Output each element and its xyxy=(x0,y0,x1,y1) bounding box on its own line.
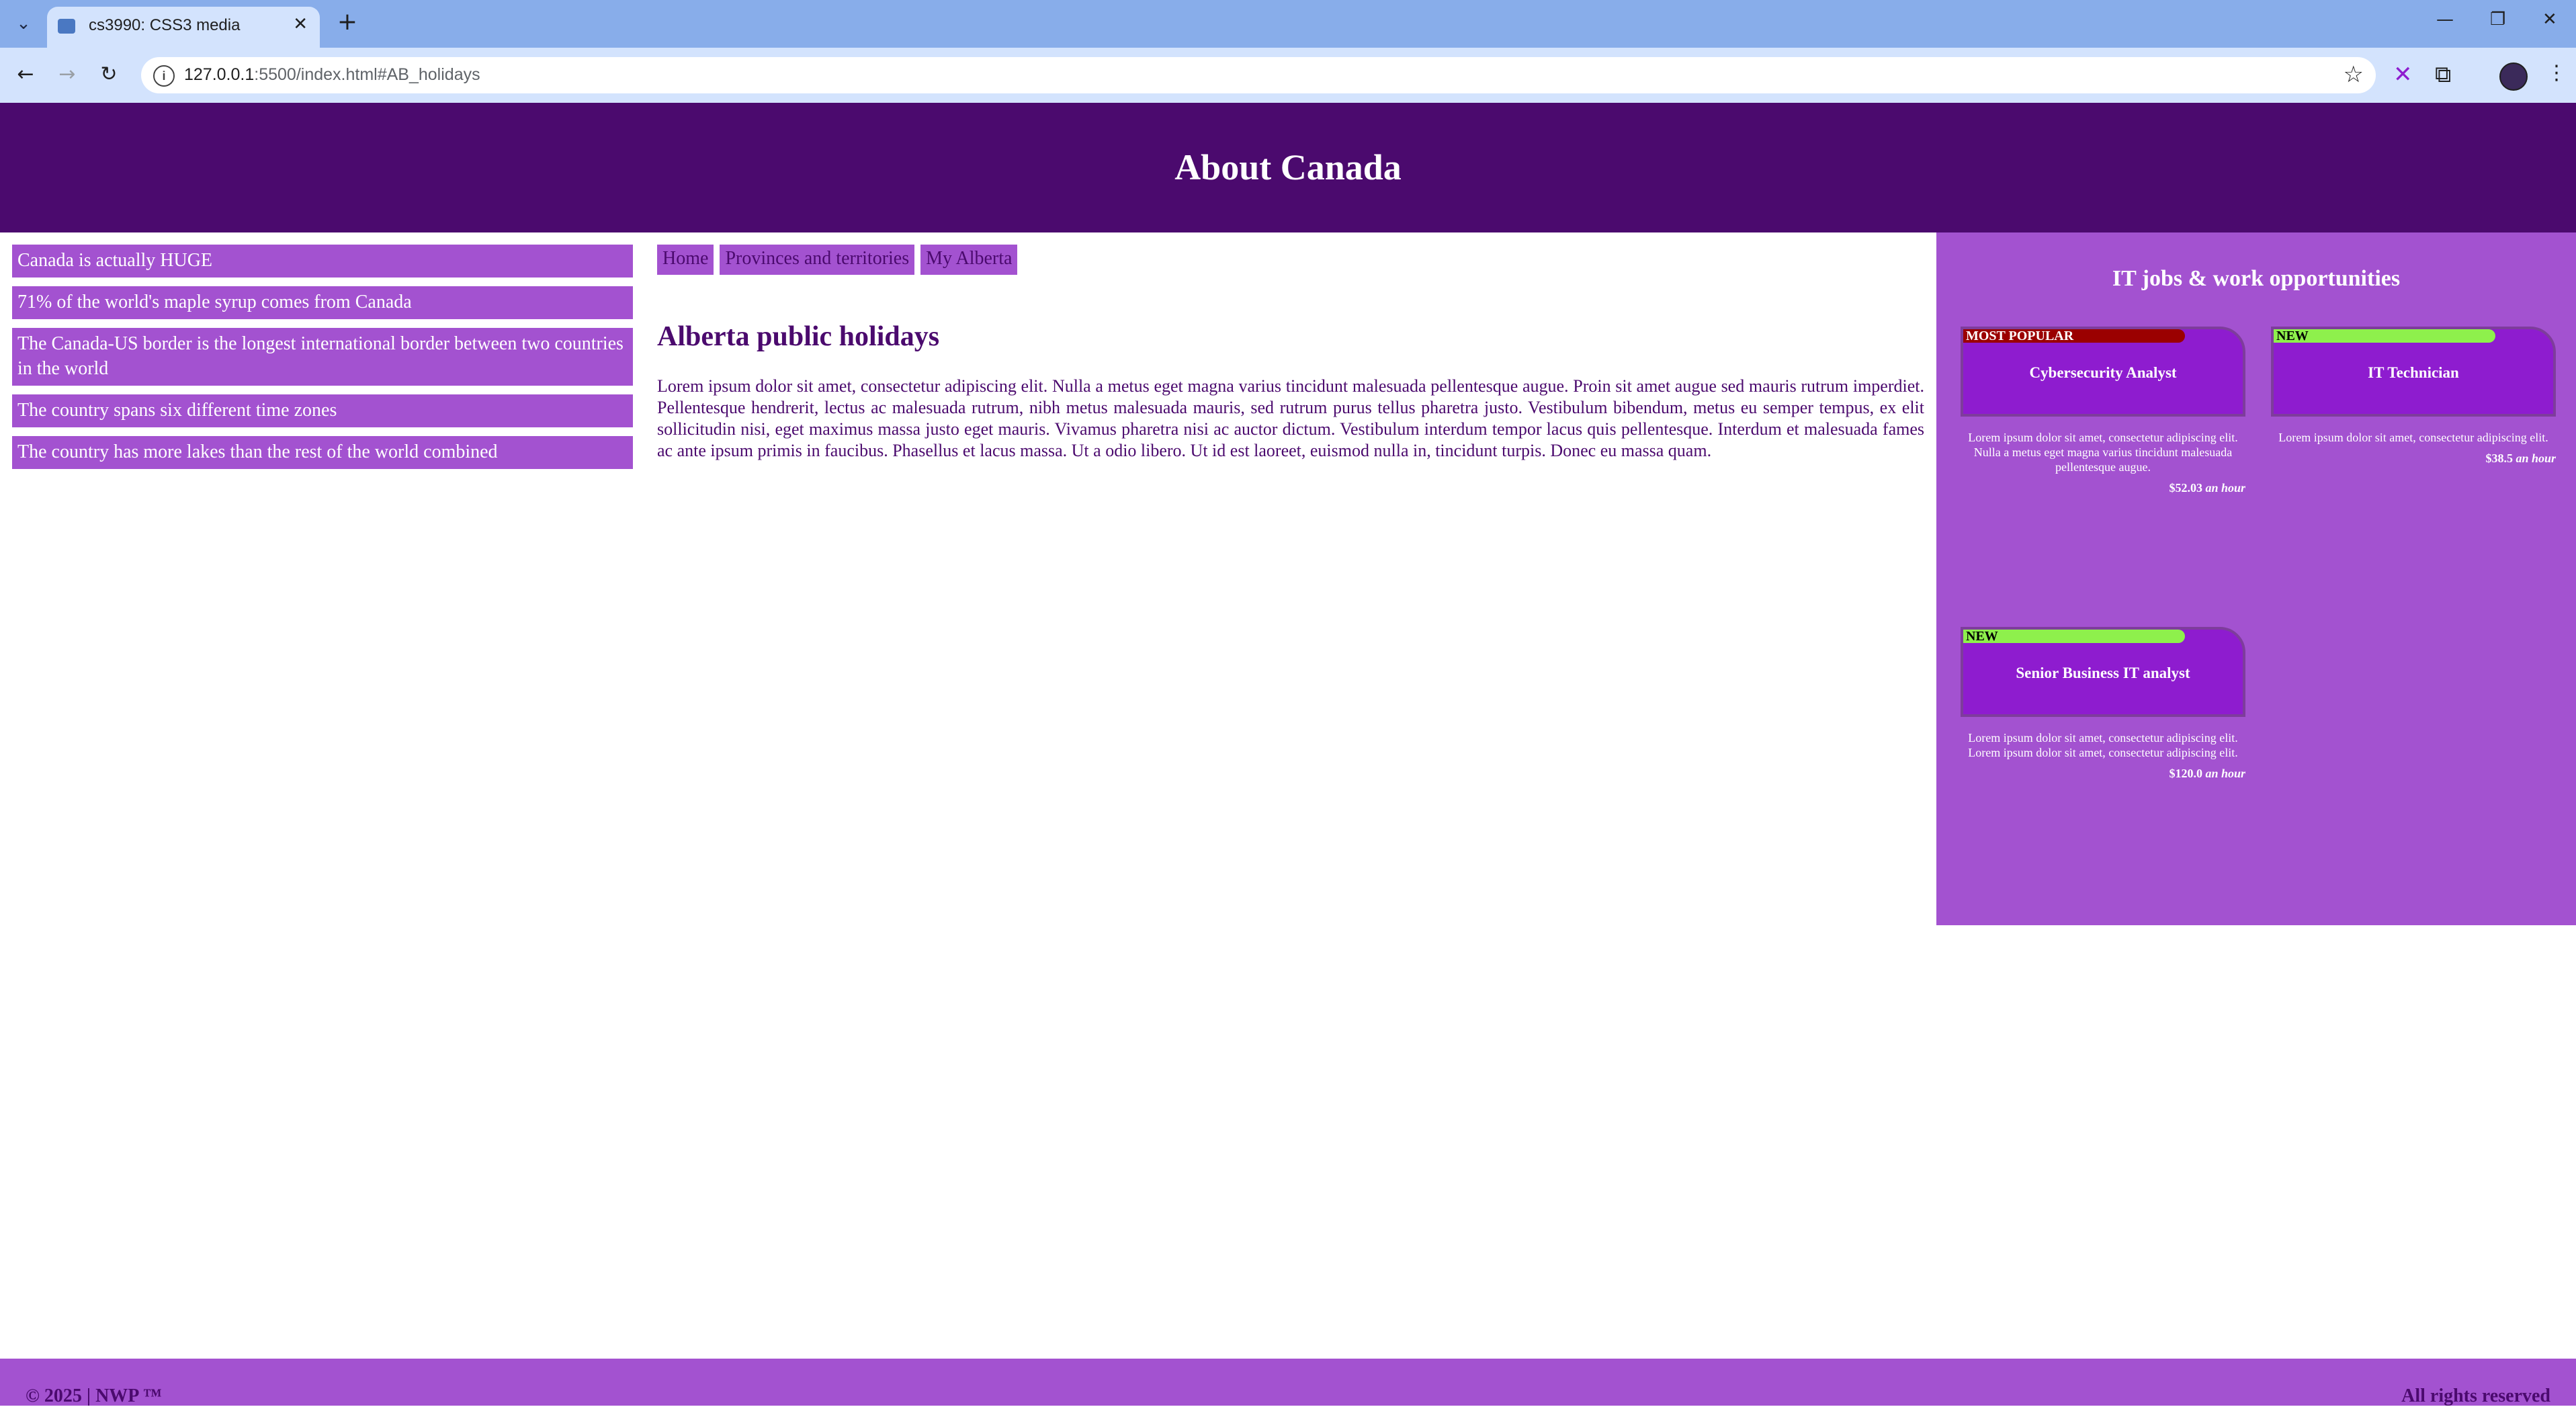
pay-amount: $52.03 xyxy=(2169,481,2202,495)
breadcrumb: Home Provinces and territories My Albert… xyxy=(657,245,1924,275)
job-description: Lorem ipsum dolor sit amet, consectetur … xyxy=(2278,431,2548,444)
breadcrumb-home[interactable]: Home xyxy=(657,245,714,275)
facts-sidebar: Canada is actually HUGE 71% of the world… xyxy=(12,245,633,478)
extension-icon[interactable]: ✕ xyxy=(2393,61,2413,88)
pay-unit: an hour xyxy=(2205,767,2245,780)
fact-item[interactable]: The country has more lakes than the rest… xyxy=(12,436,633,469)
fact-item[interactable]: 71% of the world's maple syrup comes fro… xyxy=(12,286,633,319)
jobs-sidebar: IT jobs & work opportunities MOST POPULA… xyxy=(1936,232,2576,925)
window-close-icon[interactable]: ✕ xyxy=(2542,9,2557,30)
browser-toolbar: ← → ↻ i 127.0.0.1:5500/index.html#AB_hol… xyxy=(0,48,2576,103)
tab-title: cs3990: CSS3 media xyxy=(89,16,241,34)
page-title: About Canada xyxy=(1174,147,1402,187)
job-card[interactable]: MOST POPULAR Cybersecurity Analyst xyxy=(1961,327,2245,417)
job-name: Cybersecurity Analyst xyxy=(2029,364,2177,381)
job-pay: $52.03 an hour xyxy=(1961,481,2245,495)
fact-item[interactable]: The Canada-US border is the longest inte… xyxy=(12,328,633,386)
pay-amount: $120.0 xyxy=(2169,767,2202,780)
job-description: Lorem ipsum dolor sit amet, consectetur … xyxy=(1968,731,2238,759)
jobs-title: IT jobs & work opportunities xyxy=(2112,266,2401,291)
back-arrow-icon[interactable]: ← xyxy=(11,60,40,89)
browser-tab-strip: ⌄ cs3990: CSS3 media ✕ + — ❐ ✕ xyxy=(0,0,2576,48)
section-body: Lorem ipsum dolor sit amet, consectetur … xyxy=(657,376,1924,460)
job-pay: $120.0 an hour xyxy=(1961,767,2245,781)
restore-icon[interactable]: ❐ xyxy=(2490,9,2505,30)
new-badge: NEW xyxy=(1963,630,2185,643)
reload-icon[interactable]: ↻ xyxy=(94,60,124,89)
main-content: Home Provinces and territories My Albert… xyxy=(657,245,1924,462)
job-card[interactable]: NEW IT Technician xyxy=(2271,327,2556,417)
profile-avatar[interactable] xyxy=(2499,62,2528,91)
web-page: About Canada Canada is actually HUGE 71%… xyxy=(0,103,2576,1406)
site-info-icon[interactable]: i xyxy=(153,65,175,87)
breadcrumb-my-alberta[interactable]: My Alberta xyxy=(920,245,1018,275)
url-path: :5500/index.html#AB_holidays xyxy=(254,65,480,84)
browser-menu-icon[interactable]: ⋮ xyxy=(2546,61,2567,85)
minimize-icon[interactable]: — xyxy=(2436,9,2454,30)
bookmark-star-icon[interactable]: ☆ xyxy=(2344,61,2364,88)
browser-tab[interactable]: cs3990: CSS3 media ✕ xyxy=(47,7,320,48)
job-card[interactable]: NEW Senior Business IT analyst xyxy=(1961,627,2245,717)
pay-unit: an hour xyxy=(2205,481,2245,495)
section-heading: Alberta public holidays xyxy=(657,321,940,352)
extensions-puzzle-icon[interactable]: ⧉ xyxy=(2435,61,2451,88)
tab-search-chevron-icon[interactable]: ⌄ xyxy=(9,9,38,38)
site-footer: © 2025 | NWP ™ All rights reserved xyxy=(0,1359,2576,1406)
copyright-text: © 2025 | NWP ™ xyxy=(26,1385,162,1406)
fact-item[interactable]: Canada is actually HUGE xyxy=(12,245,633,278)
url-text[interactable]: 127.0.0.1:5500/index.html#AB_holidays xyxy=(184,65,480,85)
pay-amount: $38.5 xyxy=(2485,452,2513,465)
job-listing[interactable]: NEW IT Technician Lorem ipsum dolor sit … xyxy=(2271,327,2556,466)
forward-arrow-icon[interactable]: → xyxy=(52,60,82,89)
most-popular-badge: MOST POPULAR xyxy=(1963,329,2185,343)
rights-text: All rights reserved xyxy=(2401,1385,2550,1406)
job-name: IT Technician xyxy=(2368,364,2459,381)
address-bar[interactable]: i 127.0.0.1:5500/index.html#AB_holidays … xyxy=(141,57,2376,93)
job-pay: $38.5 an hour xyxy=(2271,452,2556,466)
tab-favicon-icon xyxy=(58,19,75,34)
job-description: Lorem ipsum dolor sit amet, consectetur … xyxy=(1968,431,2238,474)
job-listing[interactable]: NEW Senior Business IT analyst Lorem ips… xyxy=(1961,627,2245,781)
breadcrumb-provinces[interactable]: Provinces and territories xyxy=(720,245,915,275)
fact-item[interactable]: The country spans six different time zon… xyxy=(12,394,633,427)
pay-unit: an hour xyxy=(2516,452,2556,465)
job-listing[interactable]: MOST POPULAR Cybersecurity Analyst Lorem… xyxy=(1961,327,2245,495)
tab-close-icon[interactable]: ✕ xyxy=(293,14,308,34)
site-header: About Canada xyxy=(0,103,2576,232)
job-name: Senior Business IT analyst xyxy=(2016,665,2190,681)
url-host: 127.0.0.1 xyxy=(184,65,255,84)
new-badge: NEW xyxy=(2274,329,2495,343)
new-tab-plus-icon[interactable]: + xyxy=(332,7,363,38)
